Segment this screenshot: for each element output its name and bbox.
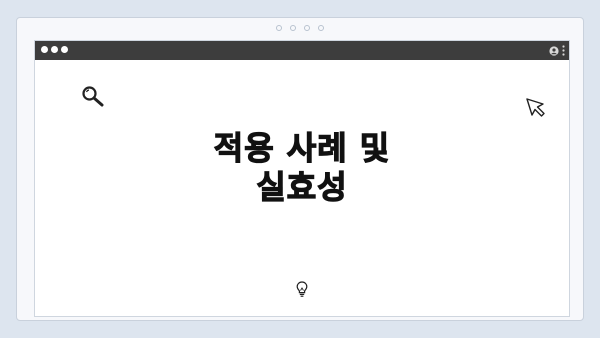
titlebar-icons — [549, 43, 565, 58]
user-icon[interactable] — [549, 45, 559, 56]
indicator-dot — [318, 25, 324, 31]
window-controls — [41, 46, 68, 53]
more-vertical-icon[interactable] — [562, 45, 565, 56]
search-icon — [82, 86, 104, 107]
indicator-dot — [276, 25, 282, 31]
window-control-dot[interactable] — [61, 46, 68, 53]
cursor-icon — [526, 98, 545, 117]
lightbulb-icon — [296, 281, 308, 297]
window-control-dot[interactable] — [51, 46, 58, 53]
indicator-dot — [304, 25, 310, 31]
window-titlebar — [35, 41, 569, 60]
browser-window: 적용 사례 및 실효성 — [34, 40, 570, 317]
heading-line-1: 적용 사례 및 — [213, 128, 391, 167]
heading-line-2: 실효성 — [256, 167, 348, 206]
window-control-dot[interactable] — [41, 46, 48, 53]
frame-indicator-dots — [17, 25, 583, 31]
page-heading: 적용 사례 및 실효성 — [35, 128, 569, 207]
indicator-dot — [290, 25, 296, 31]
